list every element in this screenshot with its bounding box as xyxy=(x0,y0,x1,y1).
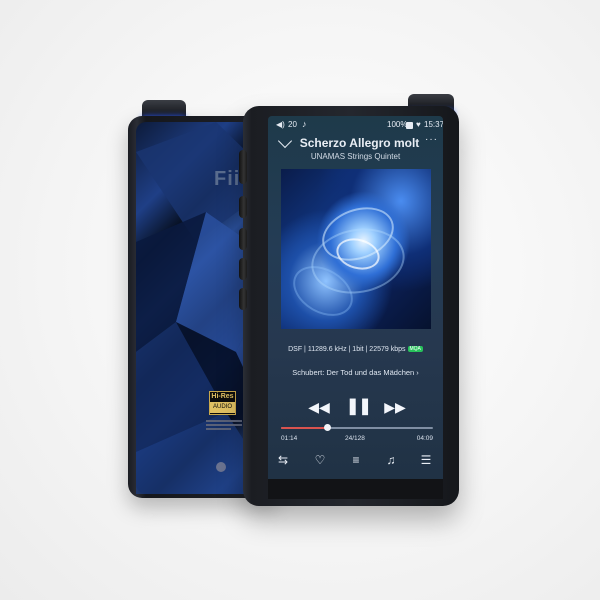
wifi-icon: ♥ xyxy=(416,120,421,129)
regulatory-print xyxy=(206,418,242,432)
format-text: DSF | 11289.6 kHz | 1bit | 22579 kbps xyxy=(288,346,406,353)
hires-label: Hi-Res xyxy=(211,393,234,400)
volume-level: 20 xyxy=(288,120,297,129)
eq-icon[interactable]: ♫ xyxy=(383,452,399,468)
menu-icon[interactable]: ☰ xyxy=(418,452,434,468)
song-title: Scherzo Allegro molt xyxy=(299,136,420,150)
artist-name: UNAMAS Strings Quintet xyxy=(310,152,401,161)
album-link[interactable]: Schubert: Der Tod und das Mädchen › xyxy=(268,368,443,377)
player-screen: ◀) 20 ♪ 100% ♥ 15:37 Scherzo Allegro mol… xyxy=(268,116,443,499)
mqa-badge: MQA xyxy=(407,346,423,353)
side-button-power[interactable] xyxy=(239,150,247,184)
pause-button[interactable]: ❚❚ xyxy=(346,396,372,418)
music-note-icon: ♪ xyxy=(302,119,307,129)
clock: 15:37 xyxy=(424,120,443,129)
screen-bezel xyxy=(268,479,443,499)
playlist-icon[interactable]: ≡ xyxy=(348,452,364,468)
bottom-toolbar: ⇆ ♡ ≡ ♫ ☰ xyxy=(268,448,443,476)
status-bar: ◀) 20 ♪ 100% ♥ 15:37 xyxy=(268,119,443,132)
repeat-icon[interactable]: ⇆ xyxy=(275,452,291,468)
progress-fill xyxy=(281,427,327,429)
side-button-next[interactable] xyxy=(239,258,247,280)
more-options-icon[interactable]: ··· xyxy=(425,134,438,145)
battery-icon xyxy=(406,122,413,129)
hires-audio-logo: Hi-Res AUDIO xyxy=(209,391,236,415)
product-scene: FiiO Hi-Res AUDIO ◀) 20 ♪ 100% ♥ 15:37 S… xyxy=(0,0,600,600)
battery-level: 100% xyxy=(387,120,408,129)
playback-controls: ◀◀ ❚❚ ▶▶ xyxy=(268,396,443,418)
progress-thumb[interactable] xyxy=(323,424,331,431)
side-button-extra[interactable] xyxy=(239,288,247,310)
next-button[interactable]: ▶▶ xyxy=(384,396,406,418)
total-time: 04:09 xyxy=(416,435,433,442)
back-badge-icon xyxy=(216,462,226,472)
track-position: 24/128 xyxy=(345,435,365,442)
progress-bar[interactable] xyxy=(281,424,433,431)
audio-format-info: DSF | 11289.6 kHz | 1bit | 22579 kbps MQA xyxy=(268,346,443,353)
audio-label: AUDIO xyxy=(210,402,235,413)
volume-icon: ◀) xyxy=(276,120,285,129)
favorite-icon[interactable]: ♡ xyxy=(312,452,328,468)
elapsed-time: 01:14 xyxy=(281,435,298,442)
side-button-play[interactable] xyxy=(239,228,247,250)
previous-button[interactable]: ◀◀ xyxy=(308,396,330,418)
album-art xyxy=(281,169,431,329)
side-button-prev[interactable] xyxy=(239,196,247,218)
